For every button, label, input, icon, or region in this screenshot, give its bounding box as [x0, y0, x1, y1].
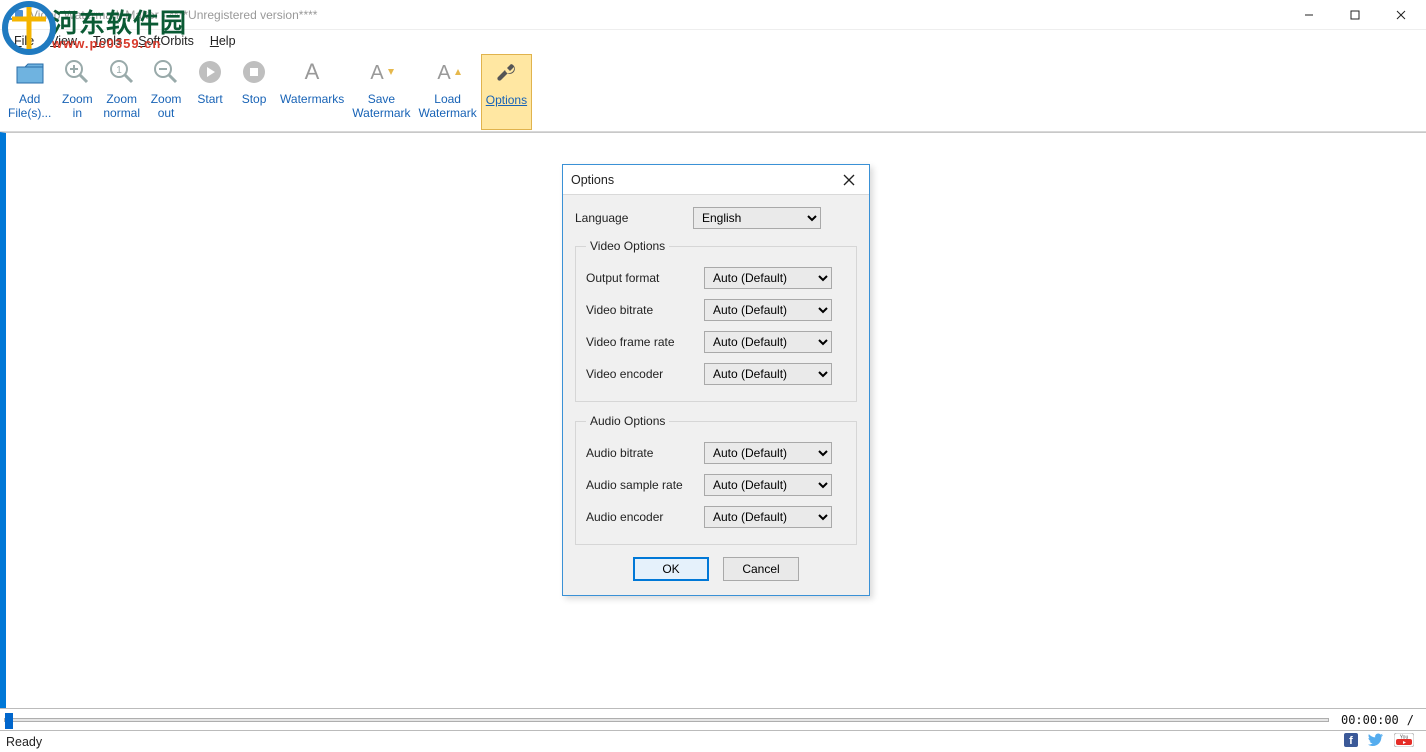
audio-encoder-label: Audio encoder	[586, 510, 704, 524]
close-button[interactable]	[1378, 0, 1424, 30]
output-format-select[interactable]: Auto (Default)	[704, 267, 832, 289]
menu-view[interactable]: View	[42, 32, 85, 50]
dialog-titlebar[interactable]: Options	[563, 165, 869, 195]
audio-options-group: Audio Options Audio bitrateAuto (Default…	[575, 414, 857, 545]
toolbar-label: Options	[486, 93, 527, 107]
toolbar-label: Save Watermark	[352, 92, 410, 120]
options-button[interactable]: Options	[481, 54, 532, 130]
audio-group-label: Audio Options	[586, 414, 669, 428]
audio-bitrate-select[interactable]: Auto (Default)	[704, 442, 832, 464]
video-encoder-label: Video encoder	[586, 367, 704, 381]
video-framerate-label: Video frame rate	[586, 335, 704, 349]
timeline-bar: 00:00:00 /	[0, 708, 1426, 730]
dialog-close-button[interactable]	[837, 168, 861, 192]
menu-tools[interactable]: Tools	[85, 32, 130, 50]
toolbar: Add File(s)... Zoom in 1 Zoom normal Zoo…	[0, 52, 1426, 132]
svg-text:A: A	[305, 59, 320, 84]
toolbar-label: Stop	[242, 92, 267, 106]
svg-text:You: You	[1400, 735, 1409, 741]
language-select[interactable]: English	[693, 207, 821, 229]
audio-encoder-select[interactable]: Auto (Default)	[704, 506, 832, 528]
video-bitrate-label: Video bitrate	[586, 303, 704, 317]
zoom-out-button[interactable]: Zoom out	[144, 54, 188, 130]
letter-a-down-icon: A	[365, 56, 397, 88]
zoom-in-icon	[61, 56, 93, 88]
video-encoder-select[interactable]: Auto (Default)	[704, 363, 832, 385]
zoom-normal-button[interactable]: 1 Zoom normal	[99, 54, 144, 130]
menu-softorbits[interactable]: SoftOrbits	[130, 32, 202, 50]
minimize-button[interactable]	[1286, 0, 1332, 30]
toolbar-label: Add File(s)...	[8, 92, 51, 120]
ok-button[interactable]: OK	[633, 557, 709, 581]
menu-help[interactable]: Help	[202, 32, 244, 50]
watermarks-button[interactable]: A Watermarks	[276, 54, 348, 130]
video-options-group: Video Options Output formatAuto (Default…	[575, 239, 857, 402]
play-icon	[194, 56, 226, 88]
zoom-out-icon	[150, 56, 182, 88]
toolbar-label: Zoom in	[62, 92, 93, 120]
timeline-track[interactable]	[4, 718, 1329, 722]
twitter-icon[interactable]	[1368, 733, 1384, 750]
wrench-icon	[490, 57, 522, 89]
add-files-button[interactable]: Add File(s)...	[4, 54, 55, 130]
letter-a-up-icon: A	[432, 56, 464, 88]
status-bar: Ready f You	[0, 730, 1426, 752]
audio-bitrate-label: Audio bitrate	[586, 446, 704, 460]
stop-button[interactable]: Stop	[232, 54, 276, 130]
titlebar: Video Watermark Maker - ****Unregistered…	[0, 0, 1426, 30]
audio-samplerate-label: Audio sample rate	[586, 478, 704, 492]
time-separator: /	[1407, 713, 1414, 727]
app-icon	[8, 7, 24, 23]
maximize-button[interactable]	[1332, 0, 1378, 30]
menubar: File View Tools SoftOrbits Help	[0, 30, 1426, 52]
load-watermark-button[interactable]: A Load Watermark	[415, 54, 481, 130]
svg-text:1: 1	[116, 65, 122, 76]
output-format-label: Output format	[586, 271, 704, 285]
stop-icon	[238, 56, 270, 88]
language-label: Language	[575, 211, 693, 225]
svg-text:A: A	[437, 62, 451, 84]
status-text: Ready	[6, 735, 42, 749]
facebook-icon[interactable]: f	[1344, 733, 1358, 750]
start-button[interactable]: Start	[188, 54, 232, 130]
video-group-label: Video Options	[586, 239, 669, 253]
toolbar-label: Watermarks	[280, 92, 344, 106]
zoom-in-button[interactable]: Zoom in	[55, 54, 99, 130]
toolbar-label: Start	[197, 92, 222, 106]
zoom-normal-icon: 1	[106, 56, 138, 88]
options-dialog: Options Language English Video Options O…	[562, 164, 870, 596]
audio-samplerate-select[interactable]: Auto (Default)	[704, 474, 832, 496]
svg-text:A: A	[371, 62, 385, 84]
folder-icon	[14, 56, 46, 88]
save-watermark-button[interactable]: A Save Watermark	[348, 54, 414, 130]
video-framerate-select[interactable]: Auto (Default)	[704, 331, 832, 353]
social-links: f You	[1344, 733, 1420, 750]
letter-a-icon: A	[296, 56, 328, 88]
video-bitrate-select[interactable]: Auto (Default)	[704, 299, 832, 321]
current-time: 00:00:00	[1341, 713, 1399, 727]
window-title: Video Watermark Maker - ****Unregistered…	[30, 8, 1286, 22]
dialog-body: Language English Video Options Output fo…	[563, 195, 869, 595]
cancel-button[interactable]: Cancel	[723, 557, 799, 581]
youtube-icon[interactable]: You	[1394, 733, 1414, 750]
svg-text:f: f	[1349, 735, 1353, 747]
toolbar-label: Load Watermark	[419, 92, 477, 120]
dialog-title: Options	[571, 173, 614, 187]
toolbar-label: Zoom normal	[103, 92, 140, 120]
menu-file[interactable]: File	[6, 32, 42, 50]
toolbar-label: Zoom out	[151, 92, 182, 120]
timeline-thumb[interactable]	[5, 713, 13, 729]
